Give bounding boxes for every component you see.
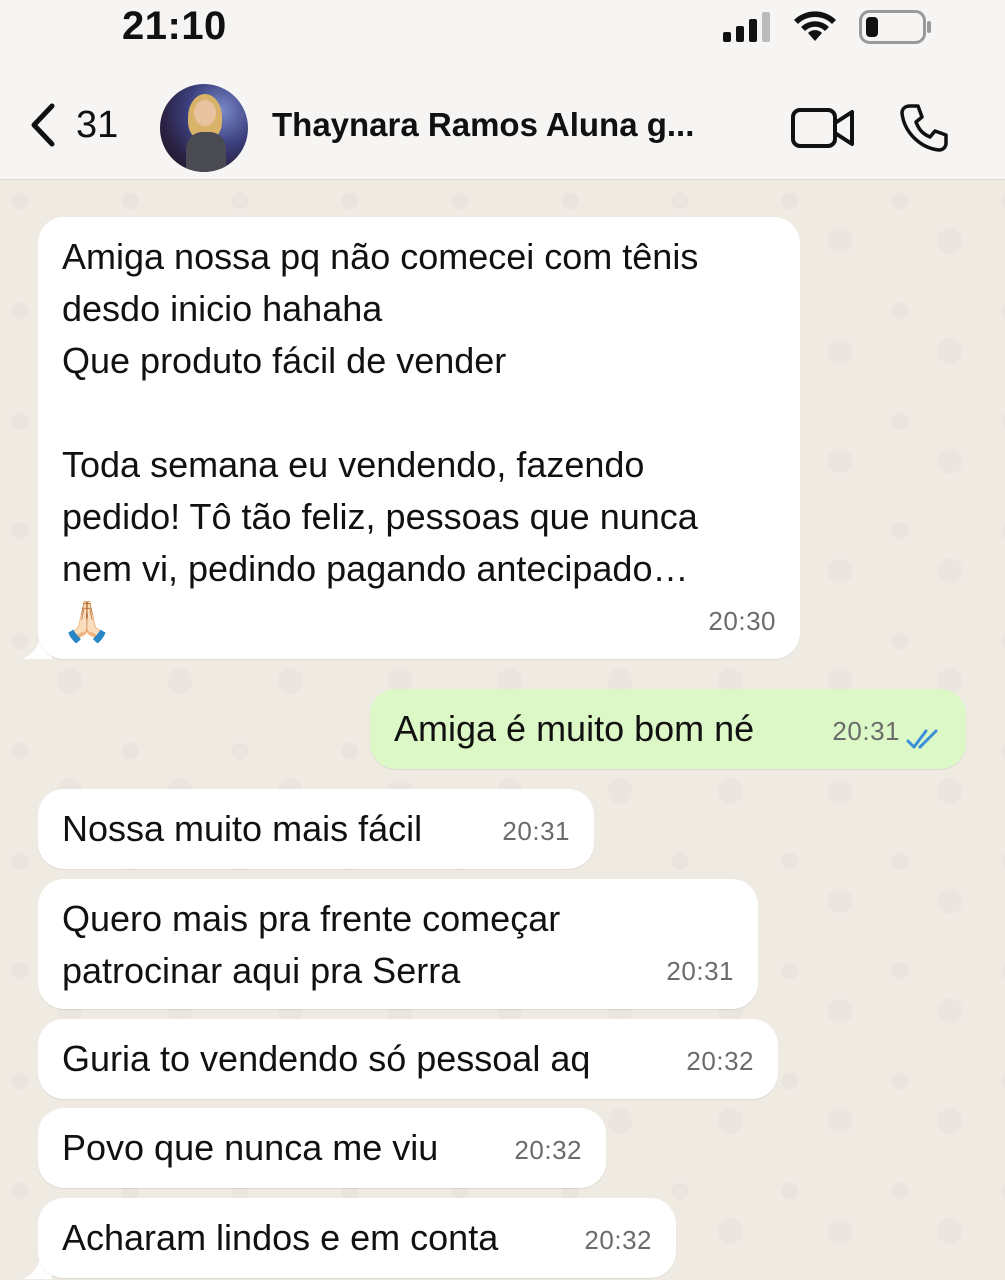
contact-name[interactable]: Thaynara Ramos Aluna g... xyxy=(272,106,694,144)
message-incoming[interactable]: Quero mais pra frente começar patrocinar… xyxy=(38,879,758,1009)
message-time: 20:31 xyxy=(666,956,734,986)
video-call-icon xyxy=(791,108,854,148)
status-time: 21:10 xyxy=(122,4,227,48)
message-time: 20:31 xyxy=(502,816,570,846)
message-text: Amiga nossa pq não comecei com tênis des… xyxy=(62,236,699,589)
status-icons xyxy=(723,10,933,44)
message-time: 20:31 xyxy=(832,716,900,746)
chat-header: 31 Thaynara Ramos Aluna g... xyxy=(0,62,1005,180)
message-incoming[interactable]: Nossa muito mais fácil 20:31 xyxy=(38,789,594,869)
message-time: 20:32 xyxy=(514,1135,582,1165)
avatar[interactable] xyxy=(160,84,248,172)
signal-icon xyxy=(723,12,770,42)
video-call-button[interactable] xyxy=(790,106,856,155)
phone-icon xyxy=(900,104,948,152)
message-text: Nossa muito mais fácil xyxy=(62,808,423,849)
message-text: Guria to vendendo só pessoal aq xyxy=(62,1038,591,1079)
double-check-icon xyxy=(906,729,938,749)
message-time: 20:32 xyxy=(686,1046,754,1076)
back-chevron-icon xyxy=(31,103,55,147)
message-text: Quero mais pra frente começar patrocinar… xyxy=(62,898,561,991)
message-text: Acharam lindos e em conta xyxy=(62,1217,499,1258)
message-text: Povo que nunca me viu xyxy=(62,1127,439,1168)
voice-call-button[interactable] xyxy=(898,102,950,159)
message-incoming[interactable]: Acharam lindos e em conta 20:32 xyxy=(38,1198,676,1278)
message-time: 20:30 xyxy=(708,606,776,636)
unread-count: 31 xyxy=(76,103,119,146)
message-outgoing[interactable]: Amiga é muito bom né 20:31 xyxy=(370,689,966,769)
message-time: 20:32 xyxy=(584,1225,652,1255)
wifi-icon xyxy=(794,11,836,41)
message-emoji: 🙏🏻 xyxy=(62,600,112,644)
chat-area: Amiga nossa pq não comecei com tênis des… xyxy=(0,181,1005,1280)
message-incoming[interactable]: Amiga nossa pq não comecei com tênis des… xyxy=(38,217,800,659)
message-incoming[interactable]: Povo que nunca me viu 20:32 xyxy=(38,1108,606,1188)
status-bar: 21:10 xyxy=(0,0,1005,62)
battery-icon xyxy=(859,10,931,44)
back-button[interactable]: 31 xyxy=(28,102,118,148)
message-incoming[interactable]: Guria to vendendo só pessoal aq 20:32 xyxy=(38,1019,778,1099)
